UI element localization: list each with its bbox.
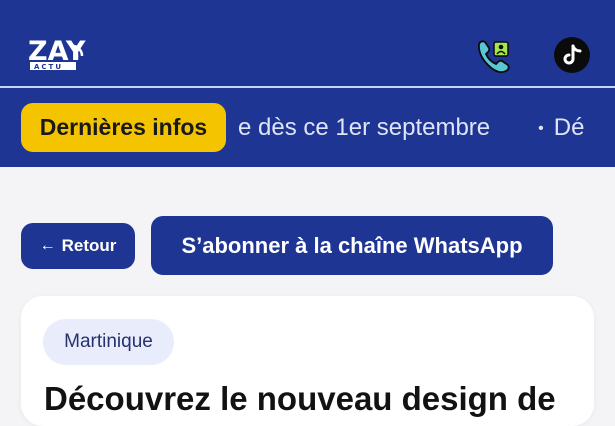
zay-actu-logo[interactable]: ZAY ACTU xyxy=(26,34,86,74)
ticker-item[interactable]: e dès ce 1er septembre xyxy=(238,114,490,141)
ticker-track: e dès ce 1er septembre • Dé xyxy=(238,114,584,142)
news-ticker: e dès ce 1er septembre • Dé Dernières info… xyxy=(0,88,615,167)
article-title: Découvrez le nouveau design de xyxy=(44,380,556,417)
svg-text:ACTU: ACTU xyxy=(34,63,63,71)
back-button-label: Retour xyxy=(61,236,117,255)
top-header: ZAY ACTU xyxy=(0,0,615,86)
article-card: Martinique Découvrez le nouveau design d… xyxy=(21,296,594,426)
category-tag[interactable]: Martinique xyxy=(43,319,174,365)
tiktok-icon[interactable] xyxy=(553,36,591,74)
arrow-left-icon: ← xyxy=(39,237,56,254)
subscribe-whatsapp-button[interactable]: S’abonner à la chaîne WhatsApp xyxy=(151,216,553,275)
phone-contact-icon[interactable] xyxy=(474,36,514,76)
ticker-item[interactable]: Dé xyxy=(554,114,585,141)
back-button[interactable]: ← Retour xyxy=(21,223,135,269)
ticker-separator: • xyxy=(538,119,544,137)
latest-news-badge: Dernières infos xyxy=(21,103,226,152)
